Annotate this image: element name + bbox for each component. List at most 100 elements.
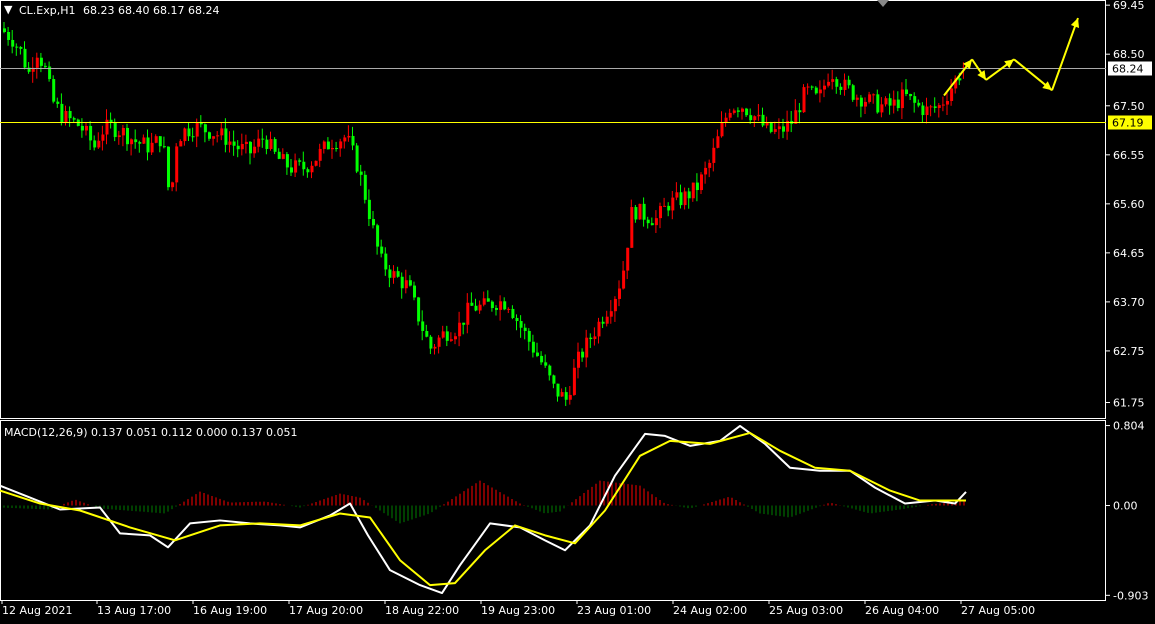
candle-body xyxy=(650,223,654,226)
candle-body xyxy=(445,331,449,341)
candle-body xyxy=(667,205,671,211)
y-tick-label: 66.55 xyxy=(1113,149,1145,162)
candle-body xyxy=(659,206,662,219)
candle-body xyxy=(581,351,585,358)
candle-body xyxy=(507,308,511,310)
candle-body xyxy=(228,141,232,145)
forecast-arrow-segment xyxy=(1051,17,1079,91)
candle-body xyxy=(626,247,630,271)
candle-body xyxy=(458,322,462,337)
candle-body xyxy=(64,110,68,123)
candle-body xyxy=(646,219,650,224)
signal-line xyxy=(0,431,967,587)
candle-body xyxy=(843,79,847,90)
candle-body xyxy=(23,48,27,68)
candle-body xyxy=(372,219,375,226)
candle-body xyxy=(388,269,392,278)
candle-body xyxy=(827,81,831,86)
candle-body xyxy=(56,101,60,104)
candle-body xyxy=(859,97,863,107)
candle-body xyxy=(146,137,150,153)
candle-body xyxy=(736,110,740,112)
candle-body xyxy=(728,112,732,118)
candle-body xyxy=(249,141,252,154)
candle-body xyxy=(909,93,913,97)
candle-body xyxy=(732,110,736,113)
candle-body xyxy=(708,162,712,168)
candle-body xyxy=(864,101,867,107)
candle-body xyxy=(306,169,310,173)
candle-body xyxy=(294,160,298,173)
candle-body xyxy=(52,79,56,102)
candle-body xyxy=(236,145,240,150)
candle-body xyxy=(470,302,474,306)
candle-body xyxy=(679,192,683,206)
candle-body xyxy=(347,135,351,138)
x-tick-label: 25 Aug 03:00 xyxy=(769,604,843,617)
x-tick-label: 19 Aug 23:00 xyxy=(481,604,555,617)
candle-body xyxy=(519,321,523,328)
candle-body xyxy=(425,330,429,337)
candle-body xyxy=(868,94,872,102)
candle-body xyxy=(19,46,23,49)
candle-body xyxy=(3,28,6,32)
candle-body xyxy=(265,139,269,149)
candle-body xyxy=(761,114,765,126)
candle-body xyxy=(765,122,769,126)
y-tick-label: 62.75 xyxy=(1113,345,1145,358)
candle-body xyxy=(179,141,183,147)
candle-body xyxy=(162,146,166,148)
candle-body xyxy=(749,115,753,121)
candle-body xyxy=(536,352,539,356)
macd-indicator-label: MACD(12,26,9) 0.137 0.051 0.112 0.000 0.… xyxy=(4,426,298,439)
symbol-dropdown-icon[interactable]: ▼ xyxy=(4,3,12,16)
candle-body xyxy=(339,141,343,149)
candle-body xyxy=(359,171,363,175)
candle-body xyxy=(818,89,822,94)
candle-body xyxy=(851,85,855,100)
candle-body xyxy=(802,87,806,113)
candle-body xyxy=(121,127,125,136)
candle-body xyxy=(663,205,667,207)
candle-body xyxy=(462,322,466,325)
candle-body xyxy=(396,271,400,277)
candle-body xyxy=(355,145,359,172)
candle-body xyxy=(212,136,216,139)
candle-body xyxy=(794,110,798,124)
candle-body xyxy=(326,141,330,150)
candle-body xyxy=(454,336,457,340)
candle-body xyxy=(572,367,576,395)
candle-body xyxy=(564,392,568,400)
candle-body xyxy=(917,102,921,106)
candle-body xyxy=(511,308,515,318)
candle-body xyxy=(191,136,195,138)
candle-body xyxy=(408,280,412,286)
candle-body xyxy=(113,122,117,138)
candle-body xyxy=(609,311,613,317)
macd-y-tick-label: 0.804 xyxy=(1113,420,1145,433)
candle-body xyxy=(835,79,839,87)
candle-body xyxy=(700,174,703,191)
candle-body xyxy=(367,199,371,220)
candle-body xyxy=(158,136,162,147)
candle-body xyxy=(486,298,490,302)
candle-body xyxy=(298,160,302,162)
candle-body xyxy=(281,154,285,159)
candle-body xyxy=(175,146,179,183)
candle-body xyxy=(351,135,355,146)
x-tick-label: 27 Aug 05:00 xyxy=(961,604,1035,617)
y-tick-label: 61.75 xyxy=(1113,397,1145,410)
candle-body xyxy=(769,122,773,132)
candle-body xyxy=(482,298,486,305)
macd-y-tick-label: 0.00 xyxy=(1113,500,1138,513)
candle-body xyxy=(433,346,437,349)
candle-body xyxy=(929,106,933,108)
candle-body xyxy=(474,305,478,311)
candle-body xyxy=(490,301,494,308)
candle-body xyxy=(142,137,146,144)
y-tick-label: 67.50 xyxy=(1113,100,1145,113)
candle-body xyxy=(556,383,560,397)
candle-body xyxy=(277,151,281,159)
candle-body xyxy=(216,135,220,137)
candle-body xyxy=(560,392,564,397)
